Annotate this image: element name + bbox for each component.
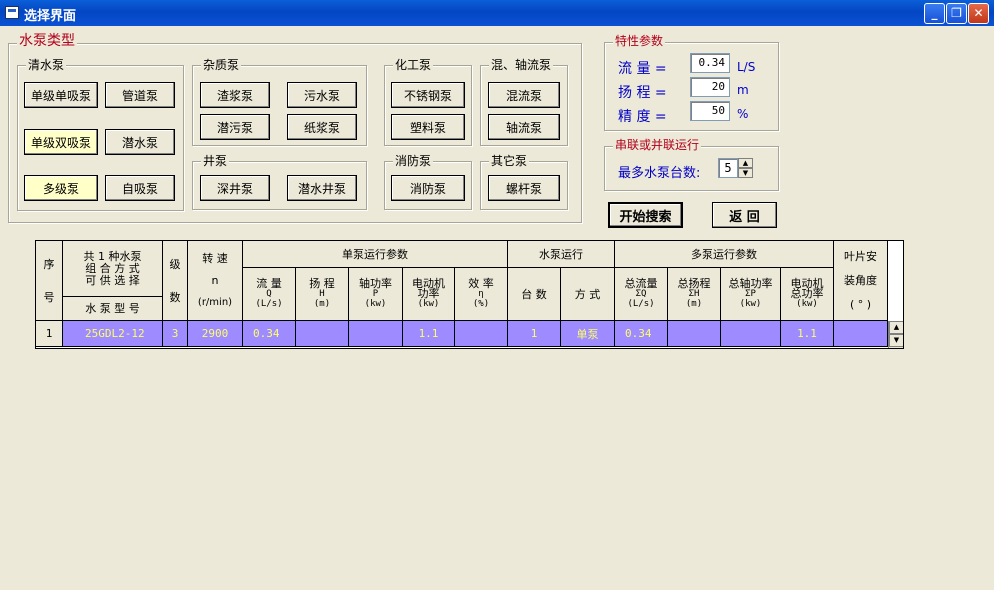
row-1-seq: 1 (36, 321, 63, 347)
row-1-total-motor-power: 1.1 (781, 321, 834, 347)
flow-input[interactable]: 0.34 (690, 53, 730, 73)
header-total-head: 总扬程 ΣH (m) (668, 268, 721, 321)
series-parallel-title: 串联或并联运行 (613, 137, 702, 153)
row-1-shaft-power (349, 321, 403, 347)
header-combo: 共 1 种水泵组 合 方 式可 供 选 择 (63, 241, 163, 297)
other-pump-title: 其它泵 (489, 153, 530, 169)
row-1-flow: 0.34 (243, 321, 296, 347)
results-grid[interactable]: 序号 共 1 种水泵组 合 方 式可 供 选 择 水 泵 型 号 级数 转 速n… (35, 240, 904, 349)
precision-label: 精 度 = (618, 109, 667, 125)
flow-unit: L/S (737, 60, 756, 74)
row-1-speed: 2900 (188, 321, 243, 347)
header-pump-run: 水泵运行 (508, 241, 615, 268)
head-input[interactable]: 20 (690, 77, 730, 97)
fire-pump-title: 消防泵 (393, 153, 434, 169)
row-1-mode: 单泵 (561, 321, 615, 347)
row-1-head (296, 321, 349, 347)
window-title: 选择界面 (24, 9, 77, 24)
submersible-well-pump-button[interactable]: 潜水井泵 (287, 175, 357, 201)
header-motor-power: 电动机 功率 (kw) (403, 268, 455, 321)
screw-pump-button[interactable]: 螺杆泵 (488, 175, 560, 201)
header-speed: 转 速 n (r/min) (188, 241, 243, 321)
row-1-model[interactable]: 25GDL2-12 (63, 321, 163, 347)
pipeline-pump-button[interactable]: 管道泵 (105, 82, 175, 108)
close-button[interactable]: ✕ (968, 3, 989, 24)
flow-label: 流 量 = (618, 61, 667, 77)
start-search-button[interactable]: 开始搜索 (608, 202, 683, 228)
params-title: 特性参数 (613, 33, 666, 49)
restore-button[interactable]: ❐ (946, 3, 967, 24)
row-1-total-flow: 0.34 (615, 321, 668, 347)
axial-flow-pump-button[interactable]: 轴流泵 (488, 114, 560, 140)
precision-input[interactable]: 50 (690, 101, 730, 121)
spin-up-button[interactable]: ▲ (738, 158, 753, 168)
self-priming-pump-button[interactable]: 自吸泵 (105, 175, 175, 201)
stainless-steel-pump-button[interactable]: 不锈钢泵 (391, 82, 465, 108)
well-pump-title: 井泵 (201, 153, 230, 169)
header-stage: 级数 (163, 241, 188, 321)
chemical-pump-title: 化工泵 (393, 57, 434, 73)
row-1-stage: 3 (163, 321, 188, 347)
scroll-up-button[interactable]: ▲ (889, 321, 903, 334)
header-mode: 方 式 (561, 268, 615, 321)
row-1-count: 1 (508, 321, 561, 347)
header-scroll-gap (888, 241, 903, 321)
max-pumps-input[interactable]: 5 (718, 158, 738, 178)
app-icon (5, 6, 19, 19)
title-bar: 选择界面 _ ❐ ✕ (0, 0, 994, 26)
header-efficiency: 效 率 η (%) (455, 268, 508, 321)
header-total-motor-power: 电动机 总功率 (kw) (781, 268, 834, 321)
header-head: 扬 程 H (m) (296, 268, 349, 321)
mixed-flow-pump-button[interactable]: 混流泵 (488, 82, 560, 108)
impurity-pump-title: 杂质泵 (201, 57, 242, 73)
max-pumps-label: 最多水泵台数: (618, 166, 701, 181)
clean-pump-title: 清水泵 (26, 57, 67, 73)
slurry-pump-button[interactable]: 渣浆泵 (200, 82, 270, 108)
head-label: 扬 程 = (618, 85, 667, 101)
header-shaft-power: 轴功率 P (kw) (349, 268, 403, 321)
submersible-sewage-pump-button[interactable]: 潜污泵 (200, 114, 270, 140)
fire-pump-button[interactable]: 消防泵 (391, 175, 465, 201)
scroll-down-button[interactable]: ▼ (889, 334, 903, 347)
head-unit: m (737, 83, 749, 97)
header-total-shaft-power: 总轴功率 ΣP (kw) (721, 268, 781, 321)
multistage-pump-button[interactable]: 多级泵 (24, 175, 98, 201)
precision-unit: % (737, 107, 749, 121)
single-stage-double-suction-button[interactable]: 单级双吸泵 (24, 129, 98, 155)
grid-vertical-scrollbar[interactable]: ▲ ▼ (888, 321, 903, 348)
pulp-pump-button[interactable]: 纸浆泵 (287, 114, 357, 140)
header-single-params: 单泵运行参数 (243, 241, 508, 268)
header-flow: 流 量 Q (L/s) (243, 268, 296, 321)
row-1-total-head (668, 321, 721, 347)
pump-type-title: 水泵类型 (17, 33, 77, 49)
header-blade-angle: 叶片安 装角度( ° ) (834, 241, 888, 321)
header-model: 水 泵 型 号 (63, 297, 163, 321)
plastic-pump-button[interactable]: 塑料泵 (391, 114, 465, 140)
header-seq: 序号 (36, 241, 63, 321)
header-multi-params: 多泵运行参数 (615, 241, 834, 268)
single-stage-single-suction-button[interactable]: 单级单吸泵 (24, 82, 98, 108)
submersible-pump-button[interactable]: 潜水泵 (105, 129, 175, 155)
mixed-axial-pump-title: 混、轴流泵 (489, 57, 554, 73)
row-1-motor-power: 1.1 (403, 321, 455, 347)
spin-down-button[interactable]: ▼ (738, 168, 753, 178)
header-count: 台 数 (508, 268, 561, 321)
row-1-efficiency (455, 321, 508, 347)
minimize-button[interactable]: _ (924, 3, 945, 24)
deep-well-pump-button[interactable]: 深井泵 (200, 175, 270, 201)
back-button[interactable]: 返 回 (712, 202, 777, 228)
row-1-blade-angle (834, 321, 888, 347)
sewage-pump-button[interactable]: 污水泵 (287, 82, 357, 108)
header-total-flow: 总流量 ΣQ (L/s) (615, 268, 668, 321)
row-1-total-shaft-power (721, 321, 781, 347)
